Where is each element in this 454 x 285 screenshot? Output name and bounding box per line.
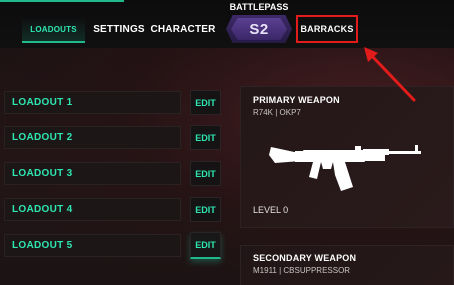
loadout-1-edit-button[interactable]: EDIT: [190, 90, 221, 115]
tab-character[interactable]: CHARACTER: [150, 17, 215, 41]
primary-weapon-level: LEVEL 0: [253, 205, 289, 215]
tab-settings[interactable]: SETTINGS: [92, 17, 146, 41]
secondary-weapon-detail: M1911 | CBSUPPRESSOR: [253, 266, 351, 275]
secondary-weapon-panel[interactable]: SECONDARY WEAPON M1911 | CBSUPPRESSOR: [240, 245, 454, 285]
loadout-2-item[interactable]: LOADOUT 2: [4, 126, 181, 149]
battlepass-button[interactable]: S2: [226, 15, 292, 43]
top-nav-bar: LOADOUTS SETTINGS CHARACTER BATTLEPASS S…: [0, 0, 454, 48]
loadout-4-item[interactable]: LOADOUT 4: [4, 198, 181, 221]
loadout-3-edit-button[interactable]: EDIT: [190, 161, 221, 186]
tab-loadouts[interactable]: LOADOUTS: [22, 17, 85, 43]
loadout-4-edit-button[interactable]: EDIT: [190, 197, 221, 222]
secondary-weapon-title: SECONDARY WEAPON: [253, 253, 357, 263]
tab-barracks[interactable]: BARRACKS: [296, 15, 358, 43]
rifle-silhouette-icon: [269, 145, 421, 191]
top-accent-line: [0, 0, 124, 2]
primary-weapon-panel[interactable]: PRIMARY WEAPON R74K | OKP7 LEVEL 0: [240, 86, 454, 228]
loadout-5-edit-button[interactable]: EDIT: [190, 232, 221, 259]
loadout-1-item[interactable]: LOADOUT 1: [4, 91, 181, 114]
loadout-5-item[interactable]: LOADOUT 5: [4, 234, 181, 257]
battlepass-season-badge: S2: [231, 18, 287, 40]
game-menu-screen: LOADOUTS SETTINGS CHARACTER BATTLEPASS S…: [0, 0, 454, 285]
loadout-2-edit-button[interactable]: EDIT: [190, 125, 221, 150]
battlepass-label: BATTLEPASS: [229, 2, 289, 12]
primary-weapon-detail: R74K | OKP7: [253, 108, 301, 117]
loadout-3-item[interactable]: LOADOUT 3: [4, 162, 181, 185]
primary-weapon-title: PRIMARY WEAPON: [253, 95, 340, 105]
